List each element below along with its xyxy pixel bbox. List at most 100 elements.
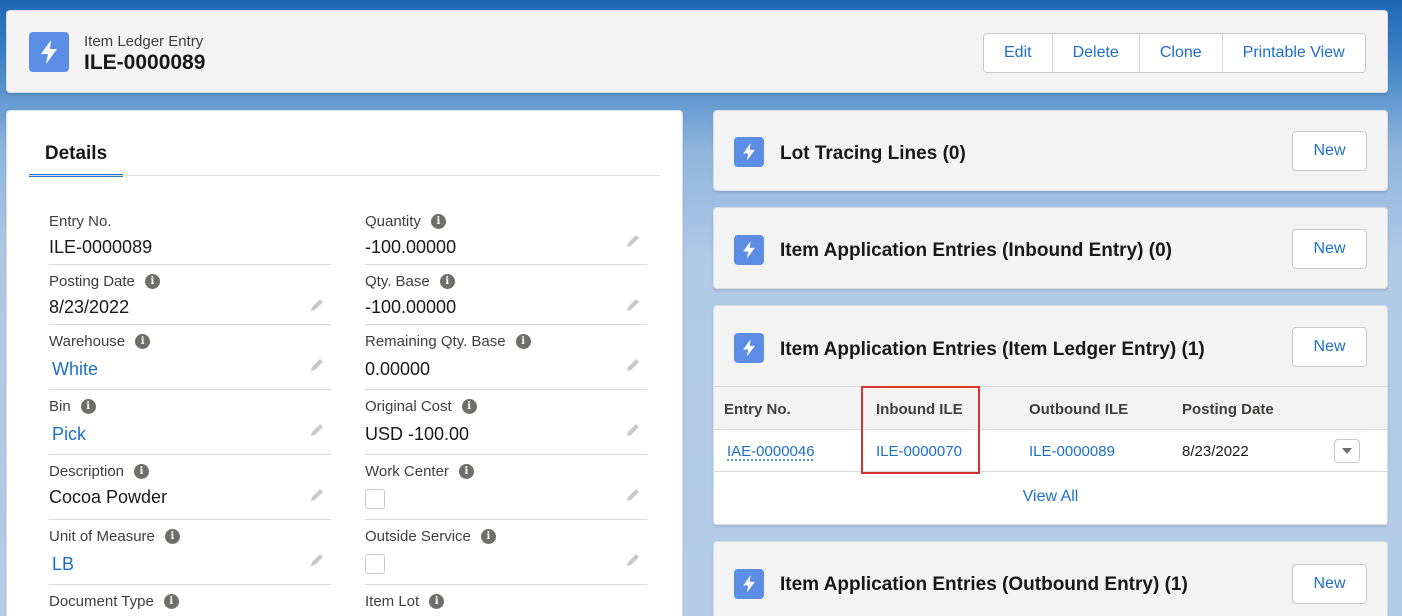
inbound-ile-link[interactable]: ILE-0000070: [876, 443, 962, 460]
related-list-title[interactable]: Item Application Entries (Outbound Entry…: [780, 574, 1188, 596]
info-icon[interactable]: i: [480, 529, 496, 544]
info-icon[interactable]: i: [80, 399, 96, 414]
info-icon[interactable]: i: [515, 334, 531, 349]
info-icon[interactable]: i: [144, 274, 160, 289]
field-bin: Bin i Pick: [49, 390, 331, 455]
row-actions-button[interactable]: [1334, 439, 1360, 463]
info-icon[interactable]: i: [135, 334, 151, 349]
related-inbound-entries: Item Application Entries (Inbound Entry)…: [713, 207, 1388, 289]
field-label: Remaining Qty. Base i: [365, 333, 531, 350]
field-posting-date: Posting Date i 8/23/2022: [49, 265, 331, 325]
info-icon[interactable]: i: [163, 594, 179, 609]
field-outside-service: Outside Service i: [365, 520, 647, 585]
table-header: Entry No. Inbound ILE Outbound ILE Posti…: [714, 386, 1387, 430]
field-value: ILE-0000089: [49, 237, 153, 257]
info-icon[interactable]: i: [429, 594, 445, 609]
pencil-icon[interactable]: [625, 487, 641, 503]
related-list-title[interactable]: Item Application Entries (Item Ledger En…: [780, 339, 1205, 361]
chevron-down-icon: [1342, 448, 1352, 454]
field-label: Outside Service i: [365, 528, 496, 545]
new-inbound-entry-button[interactable]: New: [1292, 229, 1367, 269]
field-label: Item Lot i: [365, 593, 445, 610]
field-label: Document Type i: [49, 593, 179, 610]
outbound-ile-link[interactable]: ILE-0000089: [1029, 443, 1115, 460]
field-remaining-qty-base: Remaining Qty. Base i 0.00000: [365, 325, 647, 390]
related-lot-tracing-lines: Lot Tracing Lines (0) New: [713, 110, 1388, 191]
field-label: Original Cost i: [365, 398, 477, 415]
field-label: Quantity i: [365, 213, 446, 230]
view-all-link[interactable]: View All: [714, 488, 1387, 506]
info-icon[interactable]: i: [134, 464, 150, 479]
field-value: USD -100.00: [365, 424, 470, 444]
field-value: 8/23/2022: [49, 297, 130, 317]
field-label: Posting Date i: [49, 273, 160, 290]
field-warehouse: Warehouse i White: [49, 325, 331, 390]
field-label: Unit of Measure i: [49, 528, 180, 545]
field-description: Description i Cocoa Powder: [49, 455, 331, 520]
object-type-label: Item Ledger Entry: [84, 33, 204, 50]
printable-view-button[interactable]: Printable View: [1222, 34, 1365, 72]
pencil-icon[interactable]: [625, 357, 641, 373]
pencil-icon[interactable]: [625, 233, 641, 249]
table-row: IAE-0000046 ILE-0000070 ILE-0000089 8/23…: [714, 430, 1387, 472]
pencil-icon[interactable]: [625, 422, 641, 438]
field-value: -100.00000: [365, 237, 457, 257]
pencil-icon[interactable]: [309, 297, 325, 313]
delete-button[interactable]: Delete: [1052, 34, 1140, 72]
field-qty-base: Qty. Base i -100.00000: [365, 265, 647, 325]
info-icon[interactable]: i: [439, 274, 455, 289]
unit-of-measure-link[interactable]: LB: [52, 554, 74, 575]
lightning-bolt-icon: [29, 32, 69, 72]
field-work-center: Work Center i: [365, 455, 647, 520]
field-label: Bin i: [49, 398, 96, 415]
field-item-lot: Item Lot i: [365, 585, 647, 616]
pencil-icon[interactable]: [309, 357, 325, 373]
field-label: Qty. Base i: [365, 273, 455, 290]
entry-no-link[interactable]: IAE-0000046: [727, 443, 815, 460]
new-item-ledger-entry-button[interactable]: New: [1292, 327, 1367, 367]
posting-date-cell: 8/23/2022: [1182, 443, 1249, 460]
info-icon[interactable]: i: [461, 399, 477, 414]
pencil-icon[interactable]: [625, 552, 641, 568]
new-outbound-entry-button[interactable]: New: [1292, 564, 1367, 604]
bin-link[interactable]: Pick: [52, 424, 86, 445]
info-icon[interactable]: i: [430, 214, 446, 229]
related-list-title[interactable]: Item Application Entries (Inbound Entry)…: [780, 240, 1172, 262]
warehouse-link[interactable]: White: [52, 359, 98, 380]
pencil-icon[interactable]: [309, 487, 325, 503]
pencil-icon[interactable]: [309, 422, 325, 438]
work-center-checkbox[interactable]: [365, 489, 385, 509]
field-entry-no: Entry No. ILE-0000089: [49, 205, 331, 265]
field-quantity: Quantity i -100.00000: [365, 205, 647, 265]
field-value: -100.00000: [365, 297, 457, 317]
outside-service-checkbox[interactable]: [365, 554, 385, 574]
field-value: Cocoa Powder: [49, 487, 168, 507]
lightning-bolt-icon: [734, 137, 764, 167]
record-header: Item Ledger Entry ILE-0000089 Edit Delet…: [6, 10, 1388, 93]
edit-button[interactable]: Edit: [984, 34, 1053, 72]
new-lot-tracing-button[interactable]: New: [1292, 131, 1367, 171]
column-header-inbound-ile[interactable]: Inbound ILE: [876, 401, 963, 418]
field-label: Description i: [49, 463, 150, 480]
column-header-posting-date[interactable]: Posting Date: [1182, 401, 1274, 418]
pencil-icon[interactable]: [625, 297, 641, 313]
related-list-title[interactable]: Lot Tracing Lines (0): [780, 143, 966, 165]
field-label: Work Center i: [365, 463, 474, 480]
lightning-bolt-icon: [734, 235, 764, 265]
header-actions: Edit Delete Clone Printable View: [983, 33, 1366, 73]
tab-divider: [29, 175, 660, 176]
field-label: Warehouse i: [49, 333, 151, 350]
tab-details[interactable]: Details: [29, 133, 123, 177]
column-header-outbound-ile[interactable]: Outbound ILE: [1029, 401, 1128, 418]
related-item-ledger-entries: Item Application Entries (Item Ledger En…: [713, 305, 1388, 525]
details-panel: Details Entry No. ILE-0000089 Posting Da…: [6, 110, 683, 616]
pencil-icon[interactable]: [309, 552, 325, 568]
lightning-bolt-icon: [734, 569, 764, 599]
field-value: 0.00000: [365, 359, 431, 379]
clone-button[interactable]: Clone: [1139, 34, 1223, 72]
related-outbound-entries: Item Application Entries (Outbound Entry…: [713, 541, 1388, 616]
info-icon[interactable]: i: [164, 529, 180, 544]
column-header-entry-no[interactable]: Entry No.: [724, 401, 791, 418]
record-title: ILE-0000089: [84, 51, 206, 74]
info-icon[interactable]: i: [458, 464, 474, 479]
